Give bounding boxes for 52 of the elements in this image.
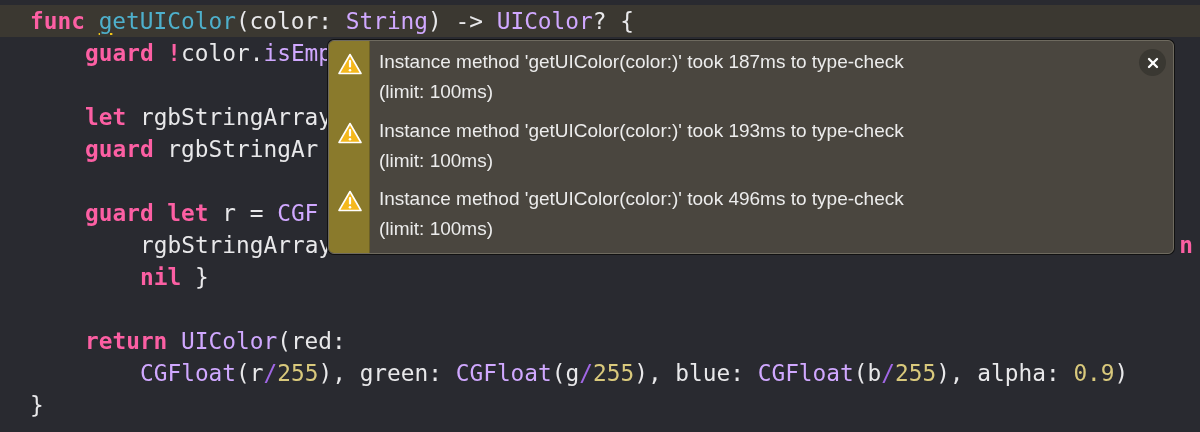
code-token: } <box>194 264 209 290</box>
code-token: 255 <box>894 360 937 386</box>
code-token: rgbStringArray <box>140 232 333 258</box>
code-token: (red: <box>277 328 346 354</box>
code-token: color. <box>181 40 264 66</box>
warning-detail: (limit: 100ms) <box>379 217 494 242</box>
warning-detail: (limit: 100ms) <box>379 80 494 104</box>
code-token: (b <box>853 360 882 386</box>
code-token: ? { <box>592 8 634 34</box>
code-token: 255 <box>592 360 635 386</box>
warning-message: Instance method 'getUIColor(color:)' took 187ms to type-check <box>379 50 904 74</box>
code-token: return <box>85 328 169 354</box>
close-button[interactable] <box>1139 49 1166 76</box>
code-token: ), green: <box>318 360 443 386</box>
code-token: (r <box>236 360 264 386</box>
code-token: UIColor <box>496 8 593 34</box>
code-token: rgbStringArray <box>139 104 333 130</box>
code-token: func <box>30 8 86 34</box>
warning-message: Instance method 'getUIColor(color:)' took 193ms to type-check <box>379 118 904 143</box>
warning-detail: (limit: 100ms) <box>379 148 494 173</box>
code-token: String <box>345 8 429 34</box>
code-token: ), blue: <box>634 360 745 386</box>
code-token: rgbStringAr <box>167 136 319 162</box>
code-token: UIColor <box>181 328 278 354</box>
code-token: etUIColor <box>112 8 236 34</box>
code-token: nil <box>140 264 183 290</box>
code-token: ) <box>1114 360 1129 386</box>
code-token: ) -> <box>428 8 484 34</box>
code-token: 255 <box>277 360 319 386</box>
warning-icon <box>338 53 362 75</box>
code-token: (color: <box>235 8 333 34</box>
code-token: guard let <box>85 200 210 226</box>
code-token: CGFloat <box>757 360 854 386</box>
code-token: CGFloat <box>140 360 237 386</box>
code-token: } <box>30 392 44 418</box>
code-token: CGF <box>277 200 319 226</box>
code-token: r = <box>222 200 265 226</box>
code-token: guard <box>85 136 155 162</box>
code-token: 0.9 <box>1073 360 1115 386</box>
code-token: n <box>1179 232 1193 258</box>
code-token: / <box>263 360 278 386</box>
warning-icon <box>338 121 362 144</box>
code-token: g <box>98 8 113 34</box>
code-token: guard ! <box>85 40 182 66</box>
code-token: ), alpha: <box>936 360 1061 386</box>
code-token: (g <box>551 360 580 386</box>
code-token: CGFloat <box>455 360 552 386</box>
code-token: let <box>85 104 128 130</box>
code-token: / <box>881 360 895 386</box>
warning-message: Instance method 'getUIColor(color:)' took 496ms to type-check <box>379 187 904 212</box>
warning-icon <box>338 190 362 213</box>
code-token: / <box>579 360 593 386</box>
